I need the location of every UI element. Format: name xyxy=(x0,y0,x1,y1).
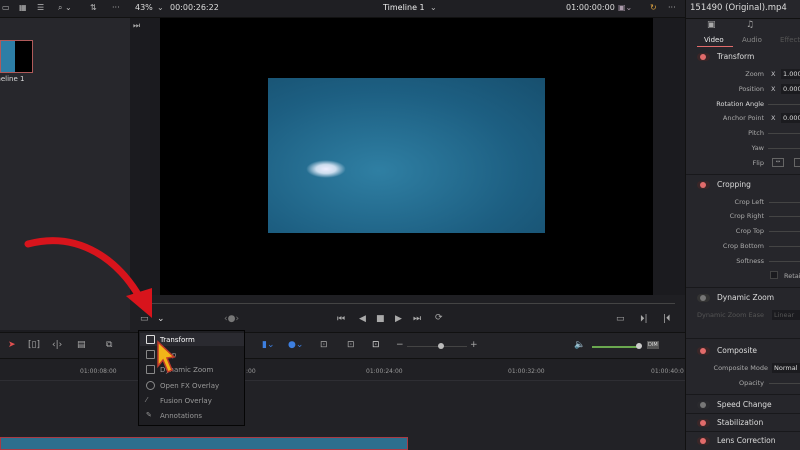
retain-checkbox[interactable] xyxy=(770,271,778,279)
active-tab-underline xyxy=(697,46,733,47)
tab-video[interactable]: Video xyxy=(704,36,724,44)
cropping-toggle[interactable] xyxy=(697,180,710,189)
speed-change-toggle[interactable] xyxy=(697,400,710,409)
red-arrow-head xyxy=(126,288,152,318)
divider xyxy=(686,174,800,175)
softness-label: Softness xyxy=(736,257,764,265)
x-label: X xyxy=(771,85,776,93)
yaw-label: Yaw xyxy=(751,144,764,152)
divider xyxy=(686,287,800,288)
stabilization-toggle[interactable] xyxy=(697,418,710,427)
cursor-icon xyxy=(157,340,176,374)
crop-bottom-label: Crop Bottom xyxy=(722,242,764,250)
crop-left-slider[interactable] xyxy=(769,202,800,203)
section-composite[interactable]: Composite xyxy=(697,346,757,355)
flip-horizontal-button[interactable]: ↔ xyxy=(772,158,784,167)
composite-mode-select[interactable]: Normal xyxy=(772,363,800,373)
divider xyxy=(686,413,800,414)
softness-slider[interactable] xyxy=(769,261,800,262)
opacity-slider[interactable] xyxy=(769,383,800,384)
zoom-label: Zoom xyxy=(745,70,764,78)
retain-label: Retain xyxy=(784,272,800,280)
anchor-x-field[interactable]: 0.000 xyxy=(781,113,800,123)
tab-audio[interactable]: Audio xyxy=(742,36,762,44)
rotation-label: Rotation Angle xyxy=(716,100,764,108)
section-speed-change[interactable]: Speed Change xyxy=(697,400,772,409)
rotation-slider[interactable] xyxy=(768,104,800,105)
divider xyxy=(686,394,800,395)
crop-bottom-slider[interactable] xyxy=(769,246,800,247)
yaw-slider[interactable] xyxy=(768,148,800,149)
section-stabilization[interactable]: Stabilization xyxy=(697,418,763,427)
crop-right-slider[interactable] xyxy=(769,216,800,217)
x-label: X xyxy=(771,70,776,78)
lens-correction-toggle[interactable] xyxy=(697,436,710,445)
zoom-x-field[interactable]: 1.000 xyxy=(781,69,800,79)
section-transform[interactable]: Transform xyxy=(697,52,754,61)
opacity-label: Opacity xyxy=(738,379,764,387)
flip-vertical-button[interactable] xyxy=(794,158,800,167)
crop-top-label: Crop Top xyxy=(735,227,764,235)
divider xyxy=(686,431,800,432)
pitch-slider[interactable] xyxy=(768,133,800,134)
section-cropping[interactable]: Cropping xyxy=(697,180,751,189)
position-label: Position xyxy=(738,85,764,93)
flip-label: Flip xyxy=(752,159,764,167)
red-arrow xyxy=(24,237,144,302)
dynamic-zoom-ease-select[interactable]: Linear xyxy=(772,310,800,320)
audio-tab-icon: ♫ xyxy=(746,20,755,30)
clip-title: 151490 (Original).mp4 xyxy=(690,3,787,13)
composite-mode-label: Composite Mode xyxy=(713,364,768,372)
crop-left-label: Crop Left xyxy=(734,198,764,206)
crop-right-label: Crop Right xyxy=(729,212,764,220)
section-lens-correction[interactable]: Lens Correction xyxy=(697,436,776,445)
composite-toggle[interactable] xyxy=(697,346,710,355)
position-x-field[interactable]: 0.000 xyxy=(781,84,800,94)
video-tab-icon: ▣ xyxy=(707,20,716,30)
divider xyxy=(686,18,800,19)
transform-toggle[interactable] xyxy=(697,52,710,61)
x-label: X xyxy=(771,114,776,122)
annotation-overlay xyxy=(24,237,176,374)
section-dynamic-zoom[interactable]: Dynamic Zoom xyxy=(697,293,774,302)
pitch-label: Pitch xyxy=(748,129,764,137)
divider xyxy=(686,338,800,339)
dynamic-zoom-ease-label: Dynamic Zoom Ease xyxy=(696,311,764,319)
anchor-label: Anchor Point xyxy=(722,114,764,122)
dynamic-zoom-toggle[interactable] xyxy=(697,293,710,302)
crop-top-slider[interactable] xyxy=(769,231,800,232)
tab-effects[interactable]: Effects xyxy=(780,36,800,44)
